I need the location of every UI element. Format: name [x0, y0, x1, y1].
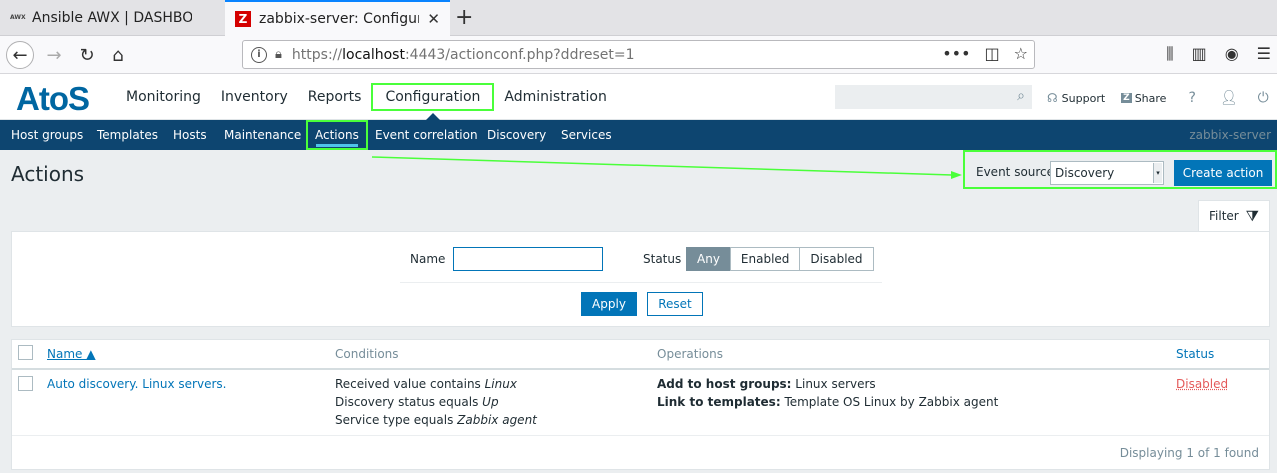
search-icon[interactable]: ⌕ [1017, 88, 1025, 104]
home-icon[interactable]: ⌂ [104, 41, 132, 69]
column-header-operations: Operations [657, 347, 723, 361]
awx-favicon-icon: AWX [10, 14, 26, 21]
submenu-actions[interactable]: Actions [306, 120, 368, 150]
filter-name-label: Name [410, 252, 446, 266]
select-all-checkbox[interactable] [18, 345, 33, 360]
column-header-name[interactable]: Name ▲ [47, 347, 95, 361]
info-icon[interactable]: i [251, 46, 267, 63]
operations-cell: Add to host groups: Linux servers Link t… [657, 375, 998, 411]
browser-nav-bar: ← → ↻ ⌂ i 🔒︎ https://localhost:4443/acti… [0, 36, 1277, 74]
filter-name-input[interactable] [453, 247, 603, 271]
row-divider [12, 435, 1269, 436]
pocket-icon[interactable]: ◫ [985, 44, 1000, 63]
header-controls: Event source Discovery ▾ Create action [963, 150, 1277, 189]
status-disabled-option[interactable]: Disabled [799, 247, 874, 271]
submenu-discovery[interactable]: Discovery [487, 120, 546, 150]
url-bar[interactable]: i 🔒︎ https://localhost:4443/actionconf.p… [242, 40, 1035, 69]
column-header-status[interactable]: Status [1176, 347, 1214, 361]
submenu-hosts[interactable]: Hosts [173, 120, 207, 150]
app-header: AtoS Monitoring Inventory Reports Config… [0, 74, 1277, 120]
condition-line: Service type equals Zabbix agent [335, 413, 537, 427]
zabbix-share-icon: Z [1121, 93, 1132, 103]
library-icon[interactable]: ⫼ [1166, 44, 1173, 64]
submenu-services[interactable]: Services [561, 120, 612, 150]
reload-icon[interactable]: ↻ [73, 41, 101, 69]
page-actions-icon[interactable]: ••• [942, 44, 970, 63]
filter-panel: Name Status Any Enabled Disabled Apply R… [11, 231, 1270, 327]
submenu-maintenance[interactable]: Maintenance [224, 120, 301, 150]
filter-icon: ⧩ [1245, 207, 1259, 225]
menu-configuration[interactable]: Configuration [371, 83, 495, 120]
filter-divider [400, 282, 882, 283]
sidebar-icon[interactable]: ▥ [1192, 44, 1207, 64]
event-source-label: Event source [976, 165, 1055, 179]
bookmark-star-icon[interactable]: ☆ [1014, 44, 1028, 63]
column-header-conditions: Conditions [335, 347, 399, 361]
url-text[interactable]: https://localhost:4443/actionconf.php?dd… [292, 47, 635, 63]
menu-icon[interactable]: ☰ [1257, 44, 1271, 64]
support-link[interactable]: ☊ Support [1047, 91, 1105, 105]
atos-logo[interactable]: AtoS [16, 80, 90, 118]
operation-line: Add to host groups: Linux servers [657, 377, 876, 391]
headset-icon: ☊ [1047, 91, 1058, 105]
forward-icon[interactable]: → [40, 41, 68, 69]
status-disabled-link[interactable]: Disabled [1176, 375, 1228, 393]
tab-title: zabbix-server: Configuration [259, 11, 419, 27]
page-title: Actions [11, 162, 85, 186]
menu-monitoring[interactable]: Monitoring [116, 74, 211, 120]
reset-button[interactable]: Reset [647, 292, 703, 316]
table-footer-count: Displaying 1 of 1 found [1119, 446, 1259, 460]
sub-menu: Host groups Templates Hosts Maintenance … [0, 120, 1277, 150]
tab-title: Ansible AWX | DASHBOARD [32, 10, 192, 26]
apply-button[interactable]: Apply [581, 292, 637, 316]
lock-icon[interactable]: 🔒︎ [275, 47, 282, 62]
share-link[interactable]: Z Share [1121, 92, 1166, 105]
back-icon[interactable]: ← [6, 41, 34, 69]
filter-tab[interactable]: Filter ⧩ [1198, 200, 1270, 232]
new-tab-icon[interactable]: + [455, 5, 473, 30]
operation-line: Link to templates: Template OS Linux by … [657, 395, 999, 409]
account-icon[interactable]: ◉ [1225, 44, 1239, 64]
selected-caret-icon [425, 113, 440, 120]
create-action-button[interactable]: Create action [1174, 160, 1272, 186]
close-tab-icon[interactable]: ✕ [427, 10, 440, 28]
dropdown-arrow-icon[interactable]: ▾ [1153, 163, 1162, 183]
status-radio-group: Any Enabled Disabled [686, 247, 874, 271]
help-icon[interactable]: ? [1188, 90, 1195, 106]
browser-tab-awx[interactable]: AWX Ansible AWX | DASHBOARD [0, 0, 224, 36]
condition-line: Discovery status equals Up [335, 395, 499, 409]
event-source-select[interactable]: Discovery ▾ [1050, 161, 1164, 185]
submenu-templates[interactable]: Templates [97, 120, 158, 150]
conditions-cell: Received value contains Linux Discovery … [335, 375, 537, 429]
logout-icon[interactable]: ⏻ [1258, 90, 1269, 106]
condition-line: Received value contains Linux [335, 377, 517, 391]
menu-reports[interactable]: Reports [298, 74, 372, 120]
server-name: zabbix-server [1189, 128, 1271, 142]
submenu-event-correlation[interactable]: Event correlation [375, 120, 478, 150]
header-divider [12, 368, 1269, 370]
main-menu: Monitoring Inventory Reports Configurati… [116, 74, 617, 120]
status-enabled-option[interactable]: Enabled [729, 247, 801, 271]
actions-table: Name ▲ Conditions Operations Status Auto… [11, 339, 1270, 470]
menu-administration[interactable]: Administration [494, 74, 616, 120]
filter-status-label: Status [643, 252, 682, 266]
submenu-host-groups[interactable]: Host groups [11, 120, 83, 150]
zabbix-favicon-icon: Z [235, 11, 251, 27]
status-any-option[interactable]: Any [686, 247, 731, 271]
menu-inventory[interactable]: Inventory [211, 74, 298, 120]
global-search-input[interactable]: ⌕ [835, 85, 1032, 109]
browser-tab-bar: AWX Ansible AWX | DASHBOARD Z zabbix-ser… [0, 0, 1277, 36]
row-checkbox[interactable] [18, 376, 33, 391]
browser-tab-zabbix[interactable]: Z zabbix-server: Configuration ✕ [225, 0, 450, 36]
action-name-link[interactable]: Auto discovery. Linux servers. [47, 375, 226, 393]
user-profile-icon[interactable]: 👤︎ [1220, 90, 1238, 106]
